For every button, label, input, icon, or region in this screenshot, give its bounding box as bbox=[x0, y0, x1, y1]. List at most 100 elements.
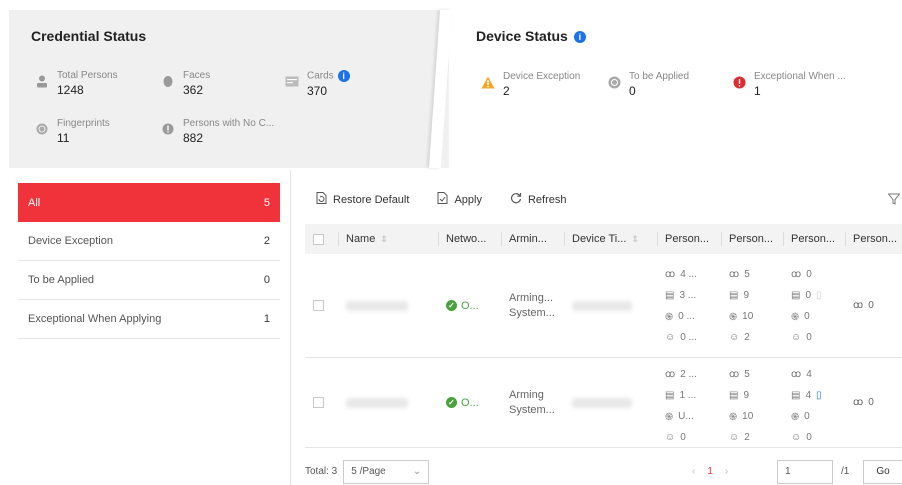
total-persons-stat: Total Persons 1248 bbox=[35, 70, 118, 98]
apply-button[interactable]: Apply bbox=[437, 192, 482, 207]
online-check-icon: ✓ bbox=[446, 397, 457, 408]
restore-default-button[interactable]: Restore Default bbox=[316, 192, 409, 207]
person-icon bbox=[35, 74, 49, 88]
arming-status-cell: Arming... System... bbox=[509, 291, 555, 319]
row-select-cell bbox=[305, 254, 338, 357]
sort-icon[interactable]: ⇕ bbox=[631, 234, 639, 245]
cards-stat: Cards i 370 bbox=[285, 70, 350, 99]
column-arming[interactable]: Armin... bbox=[501, 224, 564, 254]
document-icon[interactable]: ▯ bbox=[816, 390, 822, 401]
card-icon: ▤ bbox=[729, 289, 739, 301]
column-network[interactable]: Netwo... bbox=[438, 224, 501, 254]
total-pages: /1 bbox=[841, 466, 850, 477]
device-name-cell bbox=[338, 254, 438, 357]
person-2-cell: ꝏ5 ▤ 9 ֍ 10 ☺ 2 bbox=[729, 268, 754, 343]
filter-icon[interactable] bbox=[887, 192, 901, 210]
card-icon: ▤ bbox=[791, 389, 801, 401]
fingerprint-icon: ֍ bbox=[729, 312, 738, 323]
column-person-2[interactable]: Person... bbox=[721, 224, 783, 254]
persons-icon: ꝏ bbox=[853, 397, 864, 408]
no-credential-stat: Persons with No C... 882 bbox=[161, 118, 274, 146]
select-all-checkbox[interactable] bbox=[313, 233, 324, 245]
network-status-cell: ✓ O... bbox=[438, 358, 501, 447]
current-page[interactable]: 1 bbox=[707, 466, 713, 477]
row-checkbox[interactable] bbox=[313, 397, 324, 408]
device-time-cell bbox=[564, 358, 657, 447]
row-checkbox[interactable] bbox=[313, 300, 324, 311]
persons-icon: ꝏ bbox=[665, 268, 676, 280]
device-status-info-icon[interactable]: i bbox=[573, 31, 586, 44]
person-1-cell: ꝏ2 ... ▤ 1 ... ֍ U... ☺ 0 bbox=[665, 368, 697, 443]
chevron-down-icon: ⌄ bbox=[412, 466, 422, 477]
device-name-cell bbox=[338, 358, 438, 447]
device-status-card: Device Status i Device Exception 2 To be A… bbox=[455, 10, 902, 168]
column-person-3[interactable]: Person... bbox=[783, 224, 845, 254]
person-3-cell: ꝏ4 ▤ 4 ▯ ֍ 0 ☺ 0 bbox=[791, 368, 822, 443]
filter-exceptional-when-applying[interactable]: Exceptional When Applying 1 bbox=[18, 300, 280, 339]
filter-all[interactable]: All 5 bbox=[18, 183, 280, 222]
exceptional-when-applying-stat[interactable]: Exceptional When ... 1 bbox=[732, 71, 846, 99]
next-page-button[interactable]: › bbox=[725, 466, 728, 477]
fingerprint-icon bbox=[35, 122, 49, 136]
fingerprint-icon: ֍ bbox=[729, 412, 738, 423]
redacted-name bbox=[346, 300, 408, 311]
page-size-select[interactable]: 5 /Page ⌄ bbox=[343, 459, 430, 484]
card-icon: ▤ bbox=[665, 389, 675, 401]
fingerprint-icon: ֍ bbox=[665, 412, 674, 423]
column-device-time[interactable]: Device Ti... ⇕ bbox=[564, 224, 657, 254]
face-icon: ☺ bbox=[665, 331, 676, 343]
device-table: Name ⇕ Netwo... Armin... Device Ti... ⇕ Pe… bbox=[305, 224, 902, 448]
document-icon[interactable]: ▯ bbox=[816, 290, 822, 301]
restore-icon bbox=[316, 192, 327, 207]
sort-icon[interactable]: ⇕ bbox=[380, 234, 388, 245]
device-time-cell bbox=[564, 254, 657, 357]
table-header: Name ⇕ Netwo... Armin... Device Ti... ⇕ Pe… bbox=[305, 224, 902, 254]
faces-stat: Faces 362 bbox=[161, 70, 210, 98]
pager: ‹ 1 › bbox=[692, 466, 728, 477]
network-status-cell: ✓ O... bbox=[438, 254, 501, 357]
table-row[interactable]: ✓ O... Arming... System... ꝏ4 ... ▤ 3 ... ֍… bbox=[305, 254, 902, 358]
no-credential-icon bbox=[161, 122, 175, 136]
column-person-1[interactable]: Person... bbox=[657, 224, 721, 254]
device-status-title: Device Status i bbox=[476, 28, 586, 44]
error-icon bbox=[732, 75, 746, 89]
face-icon bbox=[161, 74, 175, 88]
warning-icon bbox=[481, 75, 495, 89]
redacted-name bbox=[346, 397, 408, 408]
filter-device-exception[interactable]: Device Exception 2 bbox=[18, 222, 280, 261]
table-row[interactable]: ✓ O... Arming System... ꝏ2 ... ▤ 1 ... ֍ U..… bbox=[305, 358, 902, 448]
total-count: Total: 3 bbox=[305, 466, 338, 477]
select-all-cell bbox=[305, 224, 338, 254]
credential-status-card: Credential Status Total Persons 1248 Face… bbox=[9, 10, 449, 168]
to-be-applied-stat[interactable]: To be Applied 0 bbox=[607, 71, 689, 99]
status-filter-list: All 5 Device Exception 2 To be Applied 0 Ex… bbox=[18, 183, 280, 343]
person-3-cell: ꝏ0 ▤ 0 ▯ ֍ 0 ☺ 0 bbox=[791, 268, 822, 343]
fingerprints-stat: Fingerprints 11 bbox=[35, 118, 110, 146]
device-exception-stat[interactable]: Device Exception 2 bbox=[481, 71, 580, 99]
persons-icon: ꝏ bbox=[791, 368, 802, 380]
panel-divider bbox=[290, 170, 291, 485]
filter-to-be-applied[interactable]: To be Applied 0 bbox=[18, 261, 280, 300]
prev-page-button[interactable]: ‹ bbox=[692, 466, 695, 477]
column-person-4[interactable]: Person... bbox=[845, 224, 902, 254]
persons-icon: ꝏ bbox=[665, 368, 676, 380]
arming-status-cell: Arming System... bbox=[509, 388, 555, 416]
column-name[interactable]: Name ⇕ bbox=[338, 224, 438, 254]
go-button[interactable]: Go bbox=[863, 459, 902, 484]
persons-icon: ꝏ bbox=[791, 268, 802, 280]
face-icon: ☺ bbox=[729, 331, 740, 343]
row-select-cell bbox=[305, 358, 338, 447]
person-4-cell: ꝏ0 bbox=[853, 397, 874, 408]
toolbar: Restore Default Apply Refresh bbox=[316, 192, 567, 207]
fingerprint-icon: ֍ bbox=[791, 312, 800, 323]
refresh-button[interactable]: Refresh bbox=[510, 192, 567, 207]
card-icon: ▤ bbox=[729, 389, 739, 401]
cards-info-icon[interactable]: i bbox=[337, 70, 350, 82]
apply-icon bbox=[437, 192, 448, 207]
online-check-icon: ✓ bbox=[446, 300, 457, 311]
fingerprint-icon: ֍ bbox=[665, 312, 674, 323]
page-jump-input[interactable]: 1 bbox=[777, 459, 833, 484]
face-icon: ☺ bbox=[665, 431, 676, 443]
face-icon: ☺ bbox=[729, 431, 740, 443]
person-1-cell: ꝏ4 ... ▤ 3 ... ֍ 0 ... ☺ 0 ... bbox=[665, 268, 697, 343]
